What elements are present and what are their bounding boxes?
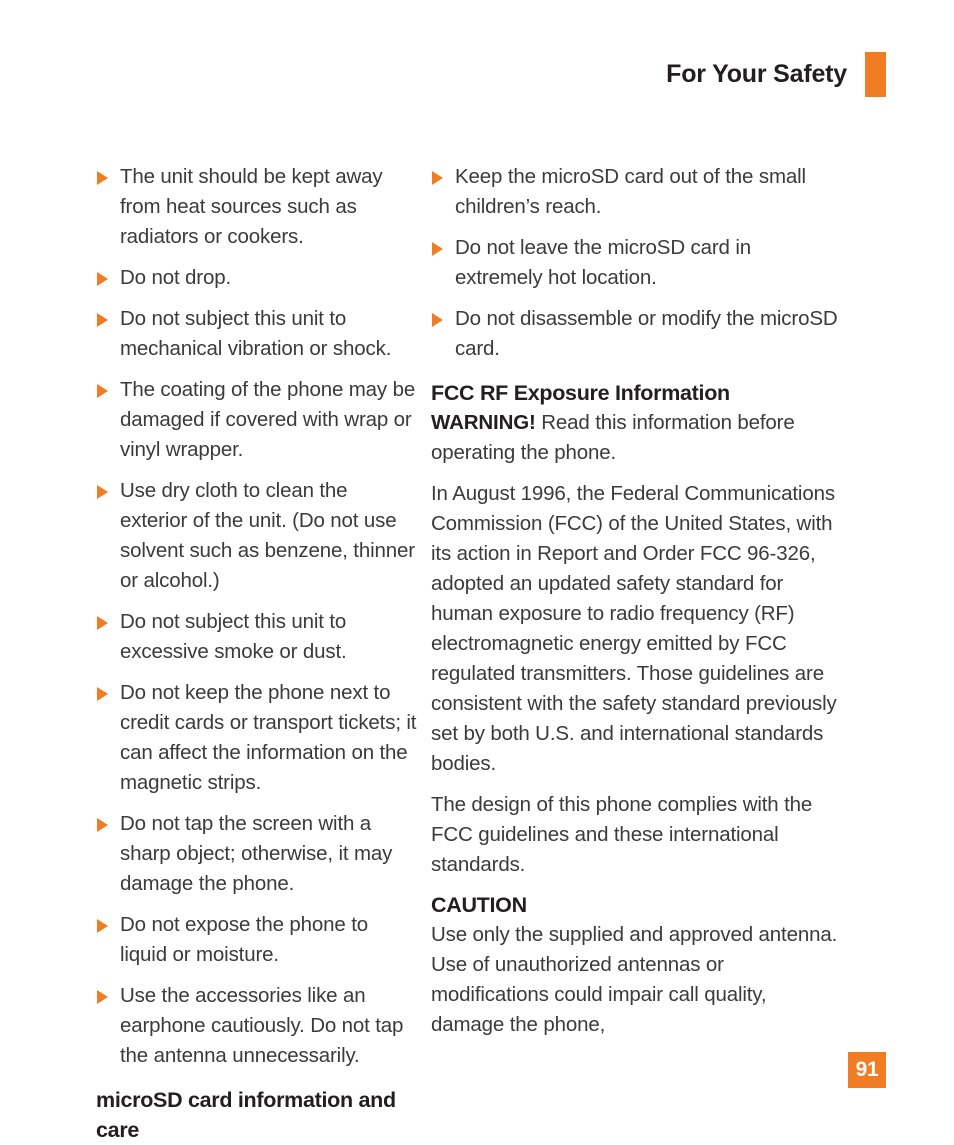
list-item-text: Do not expose the phone to liquid or moi… [120, 913, 368, 966]
left-safety-bullet-list: The unit should be kept away from heat s… [96, 162, 420, 1071]
triangle-right-icon [97, 919, 108, 933]
triangle-right-icon [97, 687, 108, 701]
triangle-right-icon [97, 616, 108, 630]
right-column: Keep the microSD card out of the small c… [420, 162, 840, 1145]
list-item: Keep the microSD card out of the small c… [431, 162, 840, 222]
list-item-text: Use the accessories like an earphone cau… [120, 984, 404, 1067]
list-item-text: Use dry cloth to clean the exterior of t… [120, 479, 415, 592]
list-item-text: The coating of the phone may be damaged … [120, 378, 416, 461]
triangle-right-icon [97, 272, 108, 286]
page: For Your Safety The unit should be kept … [0, 0, 954, 1145]
triangle-right-icon [97, 990, 108, 1004]
list-item-text: The unit should be kept away from heat s… [120, 165, 383, 248]
warning-paragraph: WARNING! Read this information before op… [431, 408, 840, 468]
triangle-right-icon [97, 171, 108, 185]
list-item: Do not subject this unit to excessive sm… [96, 607, 420, 667]
section-heading-microsd: microSD card information and care [96, 1088, 396, 1142]
page-title: For Your Safety [666, 59, 847, 88]
left-column: The unit should be kept away from heat s… [0, 162, 420, 1145]
list-item: Do not subject this unit to mechanical v… [96, 304, 420, 364]
content-columns: The unit should be kept away from heat s… [0, 162, 954, 1145]
triangle-right-icon [97, 313, 108, 327]
microsd-care-bullet-list: Keep the microSD card out of the small c… [431, 162, 840, 364]
list-item: Use the accessories like an earphone cau… [96, 981, 420, 1071]
list-item: Do not tap the screen with a sharp objec… [96, 809, 420, 899]
triangle-right-icon [97, 485, 108, 499]
list-item: The coating of the phone may be damaged … [96, 375, 420, 465]
list-item: Use dry cloth to clean the exterior of t… [96, 476, 420, 596]
list-item-text: Do not subject this unit to excessive sm… [120, 610, 347, 663]
list-item: Do not keep the phone next to credit car… [96, 678, 420, 798]
page-header: For Your Safety [0, 50, 954, 98]
caution-paragraph: Use only the supplied and approved anten… [431, 923, 838, 1036]
header-accent-bar [865, 51, 886, 97]
page-number-badge: 91 [848, 1052, 886, 1088]
list-item-text: Keep the microSD card out of the small c… [455, 165, 806, 218]
fcc-paragraph-1: In August 1996, the Federal Communicatio… [431, 482, 837, 775]
list-item: The unit should be kept away from heat s… [96, 162, 420, 252]
list-item: Do not expose the phone to liquid or moi… [96, 910, 420, 970]
triangle-right-icon [97, 818, 108, 832]
warning-label: WARNING! [431, 411, 536, 434]
triangle-right-icon [432, 313, 443, 327]
list-item-text: Do not leave the microSD card in extreme… [455, 236, 752, 289]
triangle-right-icon [432, 171, 443, 185]
list-item-text: Do not keep the phone next to credit car… [120, 681, 417, 794]
list-item: Do not disassemble or modify the microSD… [431, 304, 840, 364]
triangle-right-icon [97, 384, 108, 398]
section-heading-fcc-rf-exposure: FCC RF Exposure Information [431, 381, 730, 405]
list-item-text: Do not tap the screen with a sharp objec… [120, 812, 393, 895]
section-heading-caution: CAUTION [431, 893, 527, 917]
list-item: Do not leave the microSD card in extreme… [431, 233, 840, 293]
fcc-paragraph-2: The design of this phone complies with t… [431, 793, 813, 876]
list-item-text: Do not disassemble or modify the microSD… [455, 307, 838, 360]
list-item-text: Do not drop. [120, 266, 232, 289]
list-item: Do not drop. [96, 263, 420, 293]
triangle-right-icon [432, 242, 443, 256]
list-item-text: Do not subject this unit to mechanical v… [120, 307, 392, 360]
